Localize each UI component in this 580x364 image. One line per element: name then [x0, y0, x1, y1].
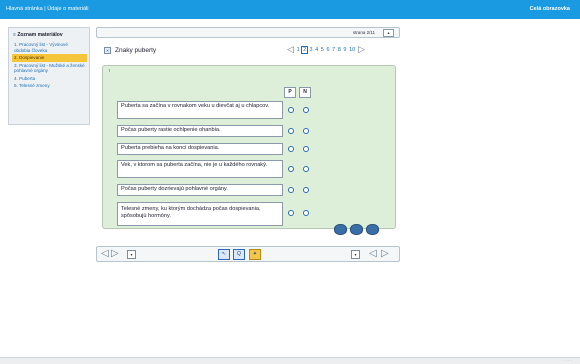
sidebar-item-3[interactable]: 3. Pracovný list - Mužské a ženské pohla… [12, 62, 87, 75]
bottom-toolbar: ◁ ▷ ▾ ↖ Q ✦ ▾ ◁ ▷ [96, 246, 400, 262]
show-solution-icon[interactable] [350, 224, 363, 235]
next-arrow-icon[interactable]: ▷ [381, 248, 389, 260]
page-link-3[interactable]: 3 [308, 47, 314, 53]
next-page-icon[interactable]: ▷ [358, 44, 365, 54]
page-counter: strana 2/11 [352, 30, 375, 35]
answer-2-n-radio[interactable] [303, 128, 309, 134]
prev-page-icon[interactable]: ◁ [287, 44, 294, 54]
left-menu-button[interactable]: ▾ [127, 250, 136, 259]
page-bar: strana 2/11 ▴ [96, 27, 400, 38]
full-screen-link[interactable]: Celá obrazovka [530, 6, 570, 12]
page-link-9[interactable]: 9 [342, 47, 348, 53]
nav-home-link[interactable]: Hlavná stránka [6, 6, 43, 12]
answer-5-p-radio[interactable] [288, 187, 294, 193]
forward-arrow-icon[interactable]: ▷ [111, 248, 119, 260]
check-answers-icon[interactable] [334, 224, 347, 235]
back-arrow-icon[interactable]: ◁ [101, 248, 109, 260]
sidebar-heading: ≡ Zoznam materiálov [13, 32, 63, 38]
panel-corner-marker: ı [109, 68, 111, 74]
sidebar-item-2[interactable]: 2. Dospievanie [12, 54, 87, 62]
sidebar-item-4[interactable]: 4. Puberta [12, 75, 87, 83]
answer-6-p-radio[interactable] [288, 210, 294, 216]
question-4: Vek, v ktorom sa puberta začína, nie je … [117, 160, 283, 178]
right-menu-button[interactable]: ▾ [351, 250, 360, 259]
answer-6-n-radio[interactable] [303, 210, 309, 216]
answer-3-p-radio[interactable] [288, 146, 294, 152]
question-1: Puberta sa začína v rovnakom veku u diev… [117, 101, 283, 119]
exercise-title: Znaky puberty [115, 47, 157, 55]
zoom-tool-button[interactable]: Q [233, 249, 245, 260]
answer-1-p-radio[interactable] [288, 107, 294, 113]
prev-arrow-icon[interactable]: ◁ [369, 248, 377, 260]
materials-sidebar: ≡ Zoznam materiálov 1. Pracovný list - V… [8, 27, 90, 125]
answer-5-n-radio[interactable] [303, 187, 309, 193]
answer-4-p-radio[interactable] [288, 166, 294, 172]
answer-4-n-radio[interactable] [303, 166, 309, 172]
highlight-tool-button[interactable]: ✦ [249, 249, 261, 260]
question-3: Puberta prebieha na konci dospievania. [117, 143, 283, 155]
answer-2-p-radio[interactable] [288, 128, 294, 134]
question-6: Telesné zmeny, ku ktorým dochádza počas … [117, 202, 283, 226]
top-nav: Hlavná stránka | Údaje o materiáli [6, 6, 88, 12]
exercise-title-row: ✕ Znaky puberty [104, 47, 156, 54]
page-link-6[interactable]: 6 [325, 47, 331, 53]
pointer-tool-button[interactable]: ↖ [218, 249, 230, 260]
exercise-icon: ✕ [104, 47, 111, 54]
content-area: strana 2/11 ▴ ✕ Znaky puberty ◁ 123456789… [96, 27, 400, 246]
sidebar-item-5[interactable]: 5. Telesné zmeny [12, 82, 87, 90]
page-menu-button[interactable]: ▴ [383, 29, 394, 37]
column-header-p: P [284, 87, 296, 98]
sidebar-item-1[interactable]: 1. Pracovný list - Vývinové obdobia člov… [12, 41, 87, 54]
materials-list: 1. Pracovný list - Vývinové obdobia člov… [12, 41, 87, 90]
top-bar: Hlavná stránka | Údaje o materiáli Celá … [0, 0, 580, 19]
nav-info-link[interactable]: Údaje o materiáli [47, 6, 88, 12]
status-indicator: · · · [565, 358, 572, 363]
page-link-10[interactable]: 10 [348, 47, 357, 53]
answer-3-n-radio[interactable] [303, 146, 309, 152]
column-header-n: N [299, 87, 311, 98]
reset-icon[interactable] [366, 224, 379, 235]
page-navigation: ◁ 1 2 3 4 5 6 7 8 9 10 ▷ [287, 44, 365, 55]
question-2: Počas puberty rastie ochlpenie ohanbia. [117, 125, 283, 137]
question-5: Počas puberty dozrievajú pohlavné orgány… [117, 184, 283, 196]
answer-1-n-radio[interactable] [303, 107, 309, 113]
